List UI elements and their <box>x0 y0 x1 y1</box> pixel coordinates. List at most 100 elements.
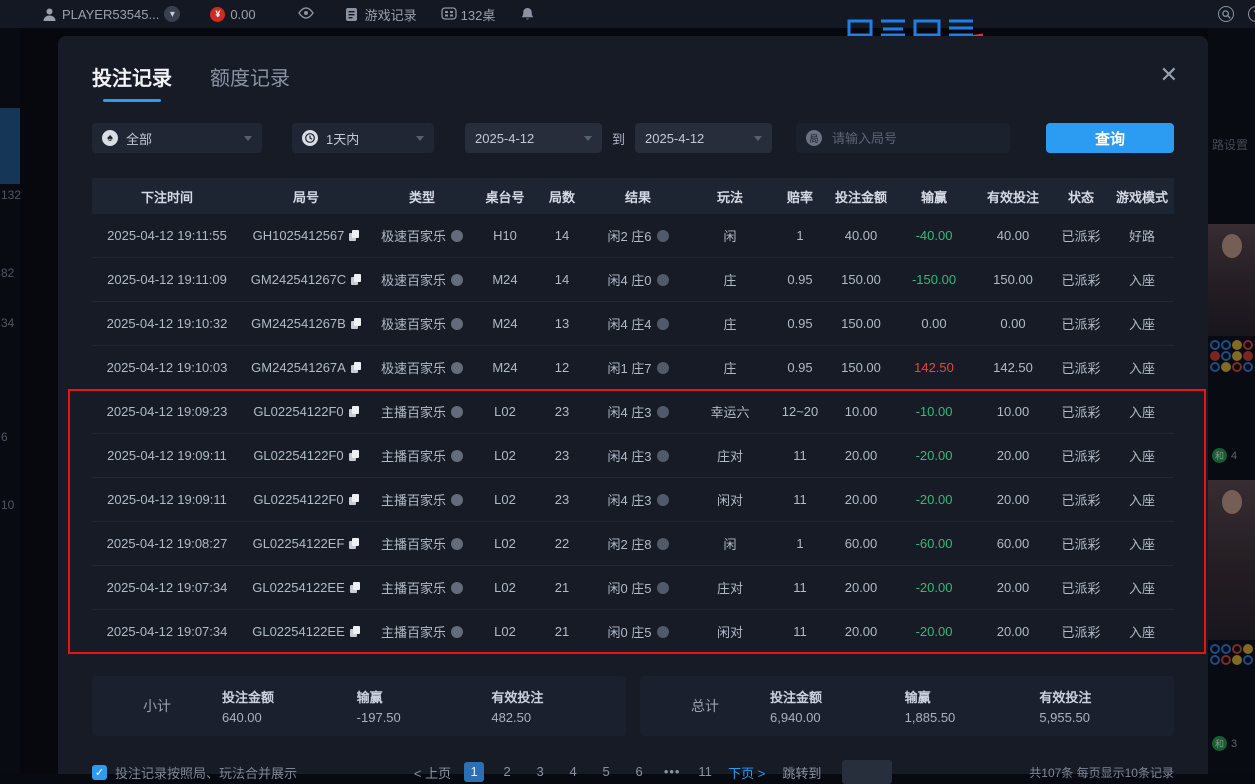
date-from-picker[interactable]: 2025-4-12 <box>465 123 602 153</box>
winloss-value: -40.00 <box>894 214 974 258</box>
page-button[interactable]: 5 <box>596 762 616 782</box>
odds-value: 0.95 <box>772 258 828 302</box>
info-icon[interactable] <box>451 406 463 418</box>
next-page-button[interactable]: 下页 > <box>728 763 765 782</box>
copy-icon[interactable] <box>350 626 360 637</box>
result-value: 闲4 庄4 <box>607 314 651 333</box>
table-row[interactable]: 2025-04-12 19:10:03 GM242541267A 极速百家乐 M… <box>92 346 1174 390</box>
pagination: < 上页 123456•••11 下页 > 跳转到 <box>414 760 892 784</box>
caret-down-icon <box>754 136 762 141</box>
result-info-icon[interactable] <box>657 626 669 638</box>
merge-checkbox-label: 投注记录按照局、玩法合并展示 <box>115 763 297 782</box>
game-number-cell: GL02254122EE <box>242 610 370 654</box>
game-number: GM242541267C <box>251 272 346 287</box>
date-from-value: 2025-4-12 <box>475 131 534 146</box>
info-icon[interactable] <box>451 362 463 374</box>
status-value: 已派彩 <box>1052 346 1110 390</box>
copy-icon[interactable] <box>349 406 359 417</box>
column-header: 输赢 <box>894 178 974 214</box>
info-icon[interactable] <box>451 450 463 462</box>
game-type-cell: 主播百家乐 <box>370 434 474 478</box>
query-button[interactable]: 查询 <box>1046 123 1174 153</box>
game-record-link[interactable]: 游戏记录 <box>345 5 417 24</box>
game-type: 极速百家乐 <box>381 226 446 245</box>
round-number: 23 <box>536 390 588 434</box>
info-icon[interactable] <box>451 582 463 594</box>
copy-icon[interactable] <box>349 538 359 549</box>
status-value: 已派彩 <box>1052 214 1110 258</box>
game-mode: 入座 <box>1110 522 1174 566</box>
result-info-icon[interactable] <box>657 582 669 594</box>
balance-display[interactable]: ¥ 0.00 <box>210 7 255 22</box>
bet-time: 2025-04-12 19:07:34 <box>92 566 242 610</box>
info-icon[interactable] <box>451 538 463 550</box>
page-button[interactable]: 2 <box>497 762 517 782</box>
copy-icon[interactable] <box>351 318 361 329</box>
column-header: 游戏模式 <box>1110 178 1174 214</box>
table-row[interactable]: 2025-04-12 19:07:34 GL02254122EE 主播百家乐 L… <box>92 566 1174 610</box>
result-info-icon[interactable] <box>657 274 669 286</box>
info-icon[interactable] <box>451 230 463 242</box>
result-info-icon[interactable] <box>657 450 669 462</box>
close-icon[interactable]: ✕ <box>1160 64 1178 86</box>
game-mode: 入座 <box>1110 346 1174 390</box>
bet-amount: 150.00 <box>828 258 894 302</box>
copy-icon[interactable] <box>350 582 360 593</box>
copy-icon[interactable] <box>351 274 361 285</box>
bell-icon <box>521 7 536 22</box>
prev-page-button[interactable]: < 上页 <box>414 763 451 782</box>
jump-page-input[interactable] <box>842 760 892 784</box>
chevron-down-icon[interactable]: ▾ <box>164 6 180 22</box>
round-search-input[interactable] <box>830 130 984 147</box>
copy-icon[interactable] <box>349 494 359 505</box>
balance-value: 0.00 <box>230 7 255 22</box>
toggle-balance-visibility[interactable] <box>298 7 313 22</box>
help-icon[interactable]: ? <box>1248 6 1255 22</box>
subtotal-valid-title: 有效投注 <box>491 687 626 706</box>
date-to-picker[interactable]: 2025-4-12 <box>635 123 772 153</box>
subtotal-bet-value: 640.00 <box>222 710 357 725</box>
time-range-select[interactable]: 1天内 <box>292 123 434 153</box>
bet-amount: 60.00 <box>828 522 894 566</box>
bet-amount: 150.00 <box>828 302 894 346</box>
result-info-icon[interactable] <box>657 318 669 330</box>
copy-icon[interactable] <box>349 450 359 461</box>
table-row[interactable]: 2025-04-12 19:09:11 GL02254122F0 主播百家乐 L… <box>92 434 1174 478</box>
table-row[interactable]: 2025-04-12 19:08:27 GL02254122EF 主播百家乐 L… <box>92 522 1174 566</box>
page-button[interactable]: 11 <box>695 762 715 782</box>
category-select[interactable]: ♠ 全部 <box>92 123 262 153</box>
merge-checkbox[interactable]: ✓ <box>92 765 107 780</box>
notifications-button[interactable] <box>521 7 536 22</box>
result-cell: 闲2 庄6 <box>588 214 688 258</box>
result-info-icon[interactable] <box>657 406 669 418</box>
column-header: 类型 <box>370 178 474 214</box>
player-menu[interactable]: PLAYER53545... ▾ <box>42 6 180 22</box>
page-button[interactable]: 4 <box>563 762 583 782</box>
table-number: M24 <box>474 346 536 390</box>
page-button[interactable]: 3 <box>530 762 550 782</box>
table-row[interactable]: 2025-04-12 19:09:23 GL02254122F0 主播百家乐 L… <box>92 390 1174 434</box>
copy-icon[interactable] <box>351 362 361 373</box>
subtotal-label: 小计 <box>92 696 222 716</box>
copy-icon[interactable] <box>349 230 359 241</box>
info-icon[interactable] <box>451 274 463 286</box>
result-info-icon[interactable] <box>657 230 669 242</box>
table-row[interactable]: 2025-04-12 19:11:55 GH1025412567 极速百家乐 H… <box>92 214 1174 258</box>
tab-bet-records[interactable]: 投注记录 <box>92 62 172 102</box>
info-icon[interactable] <box>451 494 463 506</box>
page-button[interactable]: 6 <box>629 762 649 782</box>
tables-link[interactable]: 132桌 <box>441 5 496 24</box>
table-row[interactable]: 2025-04-12 19:09:11 GL02254122F0 主播百家乐 L… <box>92 478 1174 522</box>
table-row[interactable]: 2025-04-12 19:10:32 GM242541267B 极速百家乐 M… <box>92 302 1174 346</box>
round-search-field[interactable]: 局 <box>796 123 1010 153</box>
result-info-icon[interactable] <box>657 362 669 374</box>
table-row[interactable]: 2025-04-12 19:07:34 GL02254122EE 主播百家乐 L… <box>92 610 1174 654</box>
table-row[interactable]: 2025-04-12 19:11:09 GM242541267C 极速百家乐 M… <box>92 258 1174 302</box>
page-button[interactable]: 1 <box>464 762 484 782</box>
info-icon[interactable] <box>451 626 463 638</box>
info-icon[interactable] <box>451 318 463 330</box>
result-info-icon[interactable] <box>657 494 669 506</box>
search-icon[interactable] <box>1218 6 1234 22</box>
tab-quota-records[interactable]: 额度记录 <box>210 62 290 102</box>
result-info-icon[interactable] <box>657 538 669 550</box>
